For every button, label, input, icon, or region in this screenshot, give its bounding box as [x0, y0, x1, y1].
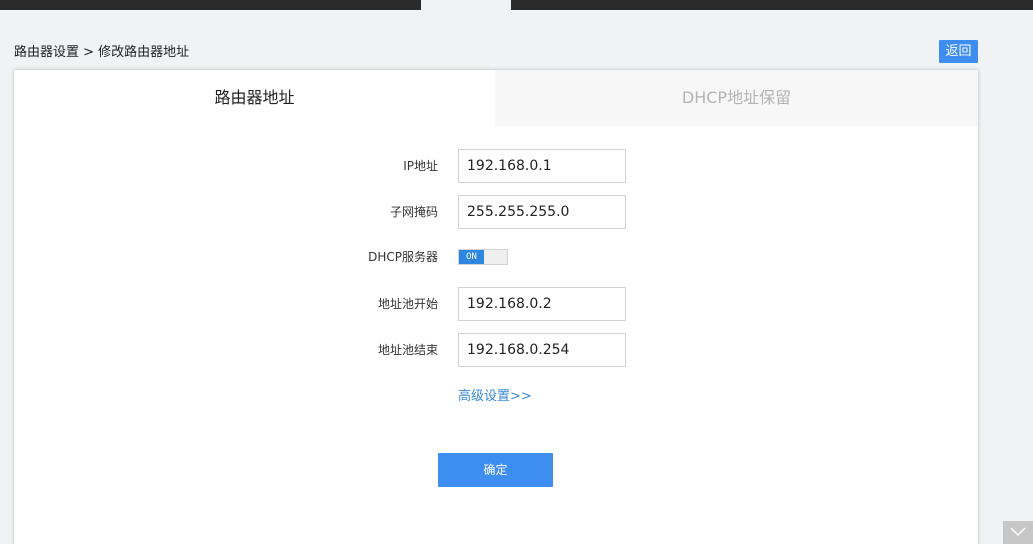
- subnet-mask-input[interactable]: [458, 195, 626, 229]
- settings-card: 路由器地址 DHCP地址保留 IP地址 子网掩码 DHCP服务器 ON 地址池开…: [14, 70, 978, 544]
- ip-row: IP地址: [14, 149, 978, 183]
- pool-start-input[interactable]: [458, 287, 626, 321]
- top-bar: [0, 0, 1033, 10]
- pool-end-label: 地址池结束: [377, 343, 438, 357]
- tab-router-address[interactable]: 路由器地址: [14, 70, 495, 126]
- breadcrumb: 路由器设置 > 修改路由器地址: [14, 45, 190, 60]
- pool-start-row: 地址池开始: [14, 287, 978, 321]
- pool-end-input[interactable]: [458, 333, 626, 367]
- dhcp-toggle[interactable]: ON: [458, 249, 508, 265]
- dhcp-row: DHCP服务器 ON: [14, 240, 978, 274]
- pool-start-label: 地址池开始: [377, 297, 438, 311]
- ip-label: IP地址: [403, 159, 438, 173]
- tab-bar: 路由器地址 DHCP地址保留: [14, 70, 978, 126]
- pool-end-row: 地址池结束: [14, 333, 978, 367]
- mask-label: 子网掩码: [389, 205, 438, 219]
- back-button[interactable]: 返回: [939, 40, 978, 63]
- top-bar-active-notch: [421, 0, 511, 10]
- advanced-settings-link[interactable]: 高级设置>>: [458, 385, 532, 404]
- confirm-button[interactable]: 确定: [438, 453, 553, 487]
- chevron-down-icon: [1010, 527, 1026, 537]
- ip-input[interactable]: [458, 149, 626, 183]
- dhcp-label: DHCP服务器: [368, 250, 438, 264]
- tab-dhcp-reservation[interactable]: DHCP地址保留: [495, 70, 978, 126]
- dhcp-toggle-on-label: ON: [459, 250, 484, 264]
- scroll-to-bottom-button[interactable]: [1003, 521, 1033, 544]
- mask-row: 子网掩码: [14, 195, 978, 229]
